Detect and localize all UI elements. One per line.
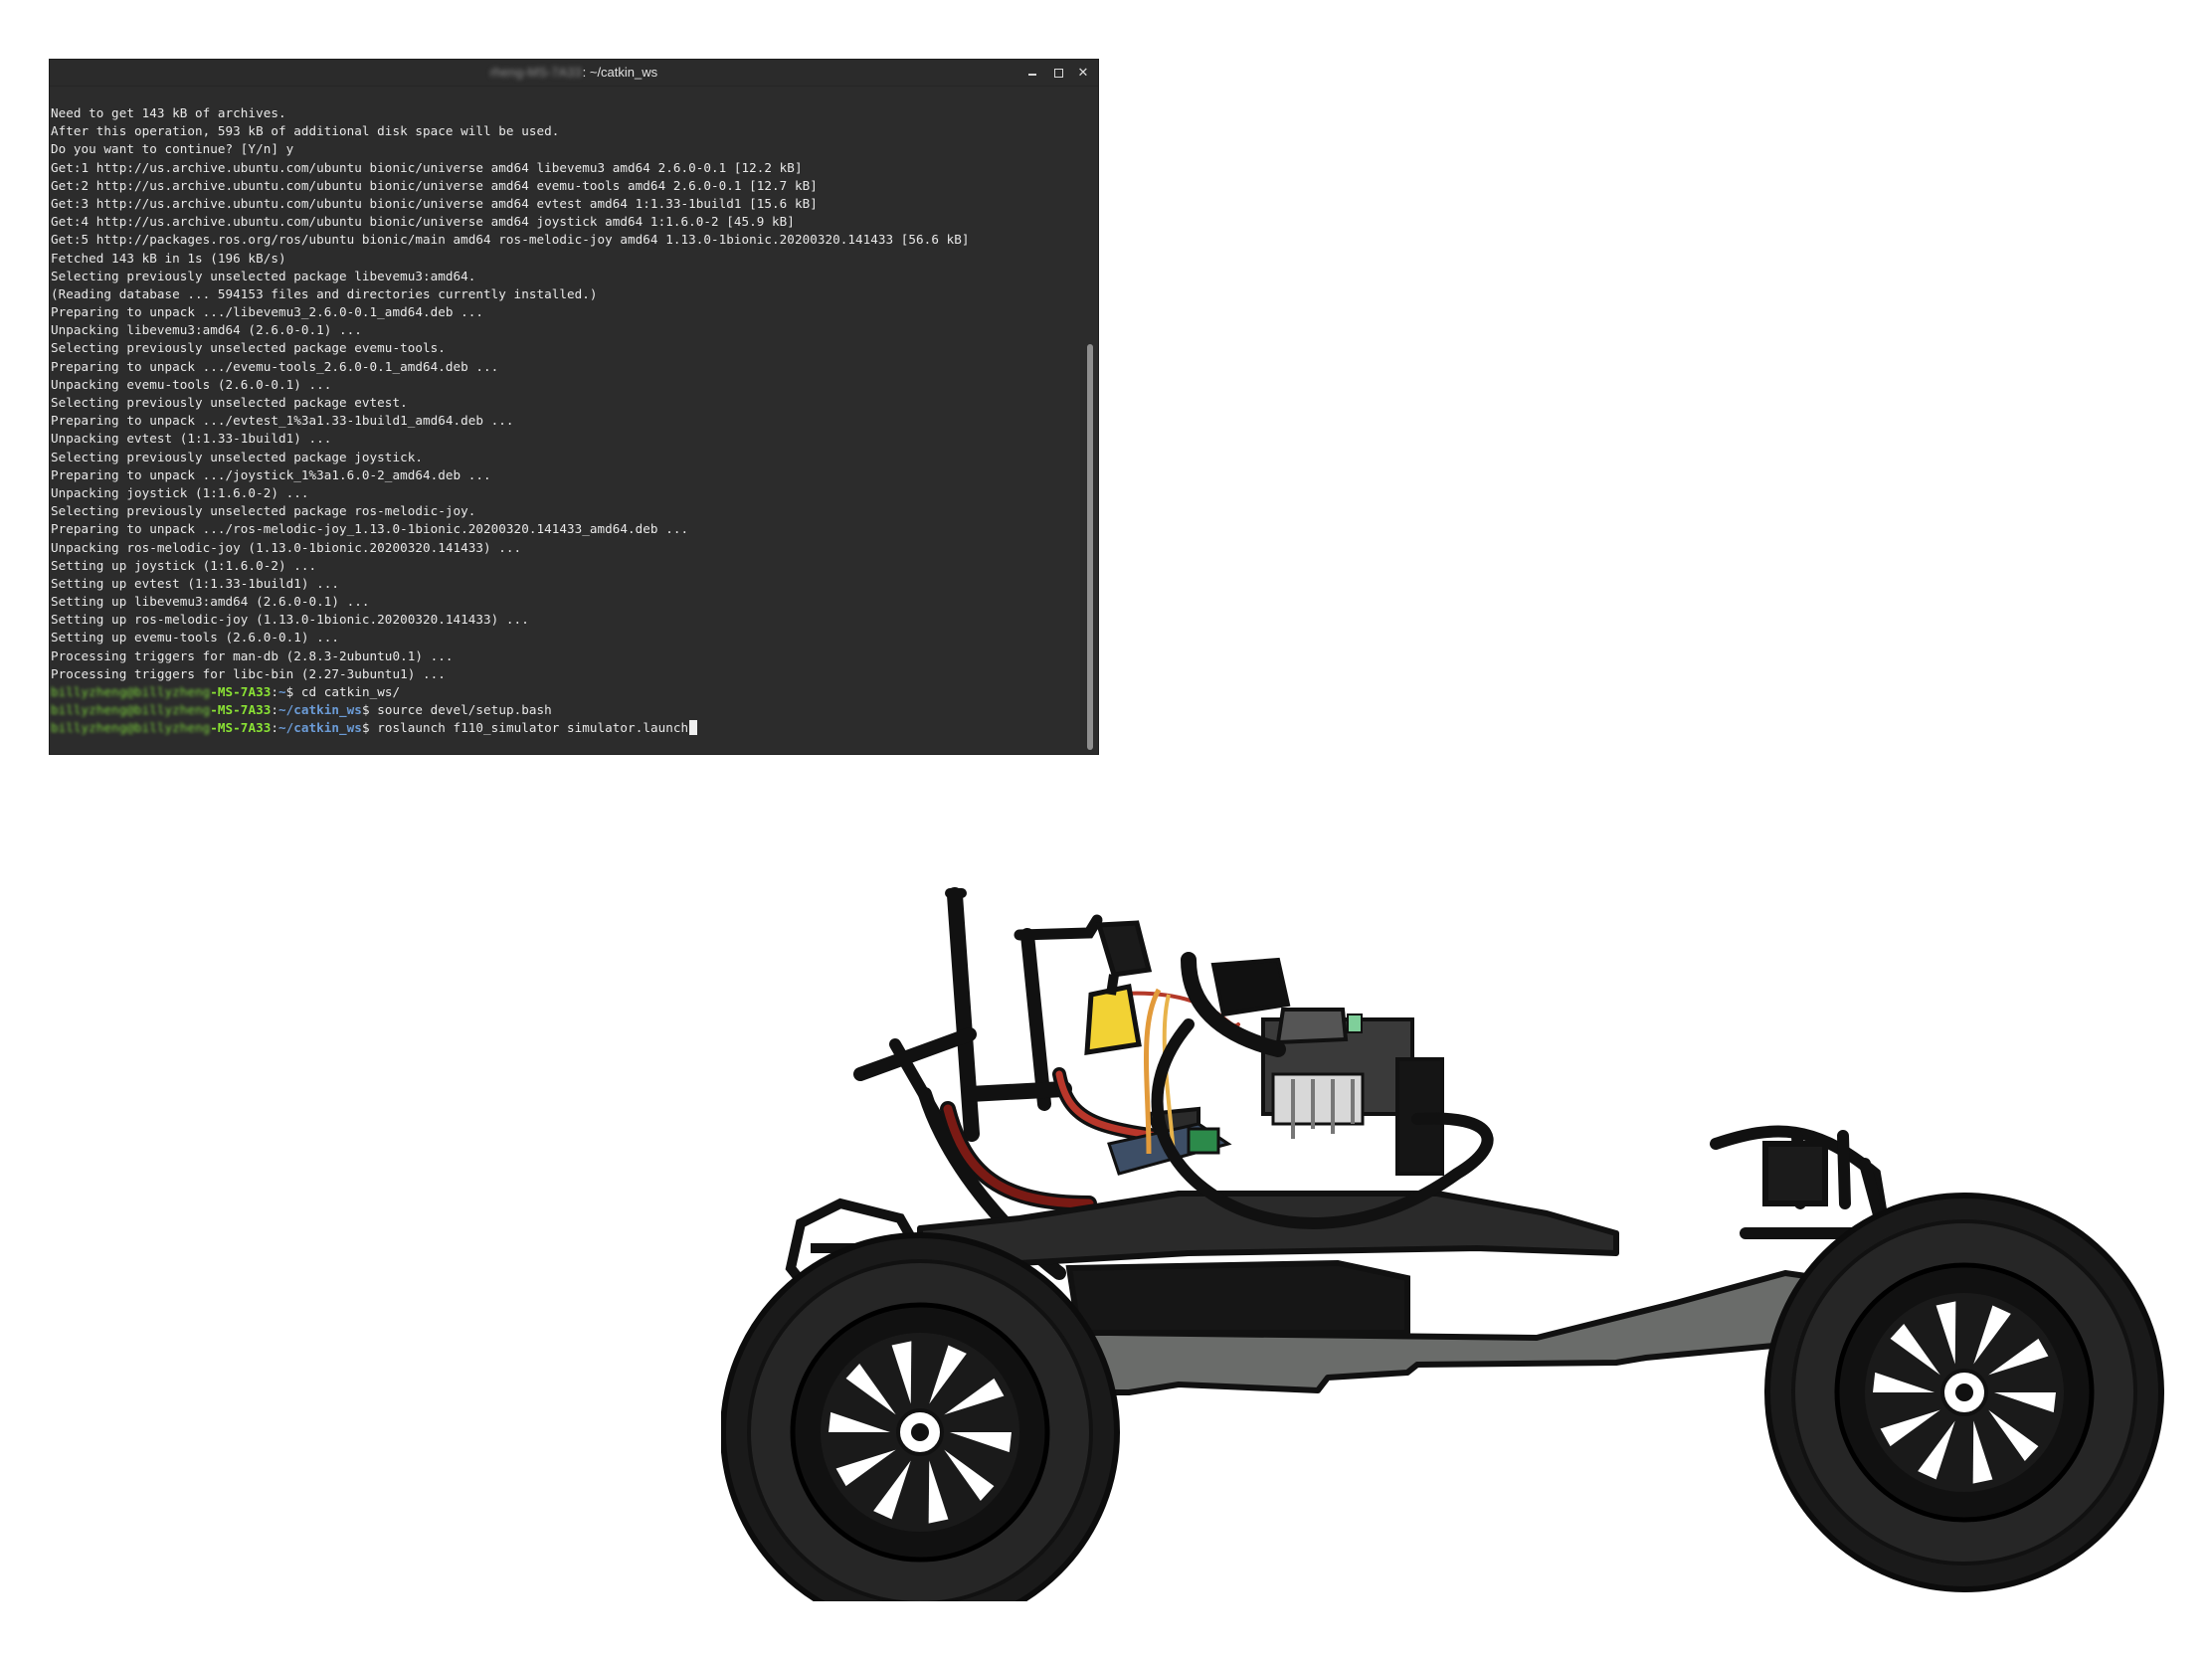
terminal-line: Selecting previously unselected package …	[51, 340, 446, 356]
wheel-icon	[721, 1232, 1120, 1601]
close-icon: ✕	[1077, 65, 1089, 81]
terminal-line: Preparing to unpack .../evemu-tools_2.6.…	[51, 358, 499, 374]
rear-wheel	[721, 1232, 1120, 1601]
terminal-line: Setting up ros-melodic-joy (1.13.0-1bion…	[51, 612, 529, 628]
prompt-user-blurred: billyzheng@billyzheng	[51, 684, 211, 699]
window-title: rheng-MS-7A33: ~/catkin_ws	[50, 60, 1098, 86]
title-username-blurred: rheng-MS-7A33	[489, 65, 582, 80]
terminal-line: After this operation, 593 kB of addition…	[51, 123, 560, 139]
prompt-path: ~/catkin_ws	[277, 702, 362, 718]
prompt-symbol: $	[361, 702, 378, 718]
battery-icon	[1084, 920, 1153, 1055]
prompt-command: roslaunch f110_simulator simulator.launc…	[377, 720, 689, 736]
terminal-line: Setting up evemu-tools (2.6.0-0.1) ...	[51, 630, 340, 645]
terminal-line: Preparing to unpack .../evtest_1%3a1.33-…	[51, 413, 514, 429]
prompt-user-blurred: billyzheng@billyzheng	[51, 720, 211, 736]
terminal-line: Processing triggers for man-db (2.8.3-2u…	[51, 647, 454, 663]
terminal-line: Preparing to unpack .../ros-melodic-joy_…	[51, 521, 689, 537]
terminal-line: Unpacking ros-melodic-joy (1.13.0-1bioni…	[51, 539, 522, 555]
terminal-line: Get:3 http://us.archive.ubuntu.com/ubunt…	[51, 195, 818, 211]
terminal-line: Setting up libevemu3:amd64 (2.6.0-0.1) .…	[51, 594, 370, 610]
window-titlebar[interactable]: rheng-MS-7A33: ~/catkin_ws ✕	[50, 60, 1098, 87]
terminal-line: Preparing to unpack .../joystick_1%3a1.6…	[51, 466, 491, 482]
terminal-line: Unpacking libevemu3:amd64 (2.6.0-0.1) ..…	[51, 322, 362, 338]
prompt-line: billyzheng@billyzheng-MS-7A33:~$ cd catk…	[51, 683, 1080, 701]
minimize-button[interactable]	[1022, 63, 1042, 83]
terminal-line: Unpacking evemu-tools (2.6.0-0.1) ...	[51, 376, 332, 392]
terminal-line: Need to get 143 kB of archives.	[51, 105, 286, 120]
wheel-icon	[1764, 1193, 2164, 1592]
terminal-line: Selecting previously unselected package …	[51, 395, 408, 410]
terminal-line: Setting up joystick (1:1.6.0-2) ...	[51, 557, 317, 573]
terminal-line: Processing triggers for libc-bin (2.27-3…	[51, 665, 446, 681]
prompt-path: ~/catkin_ws	[277, 720, 362, 736]
terminal-line: Get:5 http://packages.ros.org/ros/ubuntu…	[51, 232, 970, 248]
front-wheel	[1764, 1193, 2164, 1592]
scrollbar-thumb[interactable]	[1087, 344, 1093, 750]
prompt-line: billyzheng@billyzheng-MS-7A33:~/catkin_w…	[51, 719, 1080, 737]
terminal-line: Unpacking evtest (1:1.33-1build1) ...	[51, 431, 332, 447]
minimize-icon	[1028, 74, 1036, 76]
rc-car-illustration	[721, 887, 2164, 1601]
terminal-output[interactable]: Need to get 143 kB of archives. After thi…	[50, 104, 1080, 754]
maximize-icon	[1053, 68, 1063, 78]
terminal-line: Do you want to continue? [Y/n] y	[51, 141, 294, 157]
prompt-command: cd catkin_ws/	[300, 684, 401, 699]
terminal-line: Fetched 143 kB in 1s (196 kB/s)	[51, 250, 286, 266]
prompt-separator: :	[271, 720, 278, 736]
circuit-board-icon	[1275, 1008, 1349, 1045]
prompt-symbol: $	[285, 684, 301, 699]
prompt-user-blurred: billyzheng@billyzheng	[51, 702, 211, 718]
prompt-separator: :	[271, 702, 278, 718]
rear-mount-posts	[853, 887, 1103, 1180]
terminal-line: Get:4 http://us.archive.ubuntu.com/ubunt…	[51, 214, 795, 230]
battery-compartment	[1065, 1259, 1410, 1336]
terminal-line: Setting up evtest (1:1.33-1build1) ...	[51, 575, 340, 591]
prompt-path: ~	[277, 684, 286, 699]
terminal-line: Preparing to unpack .../libevemu3_2.6.0-…	[51, 304, 484, 320]
terminal-line: Get:2 http://us.archive.ubuntu.com/ubunt…	[51, 177, 818, 193]
terminal-line: Selecting previously unselected package …	[51, 449, 423, 464]
close-button[interactable]: ✕	[1073, 63, 1093, 83]
terminal-window[interactable]: rheng-MS-7A33: ~/catkin_ws ✕ Need to get…	[49, 59, 1099, 755]
terminal-scrollbar[interactable]	[1085, 88, 1095, 750]
terminal-line: Get:1 http://us.archive.ubuntu.com/ubunt…	[51, 159, 803, 175]
prompt-line: billyzheng@billyzheng-MS-7A33:~/catkin_w…	[51, 701, 1080, 719]
prompt-host: -MS-7A33	[210, 720, 272, 736]
text-cursor	[689, 720, 698, 736]
prompt-host: -MS-7A33	[210, 684, 272, 699]
chassis-top-plate	[917, 1191, 1619, 1271]
prompt-symbol: $	[361, 720, 378, 736]
terminal-line: (Reading database ... 594153 files and d…	[51, 285, 598, 301]
terminal-line: Selecting previously unselected package …	[51, 503, 476, 519]
title-path: : ~/catkin_ws	[582, 65, 658, 80]
prompt-host: -MS-7A33	[210, 702, 272, 718]
maximize-button[interactable]	[1048, 63, 1068, 83]
terminal-line: Selecting previously unselected package …	[51, 268, 476, 283]
terminal-line: Unpacking joystick (1:1.6.0-2) ...	[51, 484, 309, 500]
prompt-separator: :	[271, 684, 278, 699]
prompt-command: source devel/setup.bash	[377, 702, 552, 718]
